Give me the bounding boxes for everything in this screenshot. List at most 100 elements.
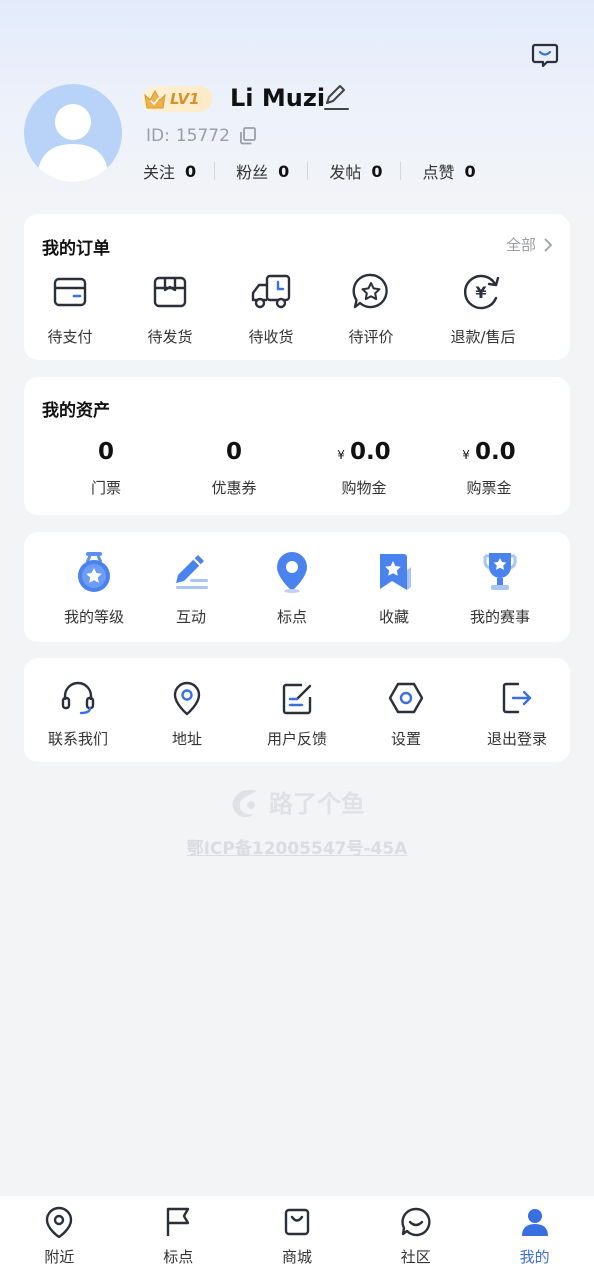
tools-card: 联系我们 地址 用户反馈 设置 退出登录	[24, 658, 570, 762]
feature-label: 我的等级	[63, 608, 124, 626]
feature-interaction[interactable]: 互动	[166, 550, 216, 627]
order-pending-shipment[interactable]: 待发货	[145, 270, 195, 347]
profile-stats: 关注 0 粉丝 0 发帖 0 点赞 0	[140, 160, 479, 183]
asset-ticket-credit[interactable]: ¥ 0.0 购票金	[449, 439, 529, 498]
divider	[214, 162, 216, 180]
order-label: 待评价	[348, 328, 394, 346]
asset-label: 门票	[90, 479, 121, 497]
stat-value: 0	[464, 161, 476, 181]
copy-icon[interactable]	[238, 126, 258, 146]
currency-symbol: ¥	[337, 448, 345, 462]
stat-label: 点赞	[422, 163, 455, 182]
stat-posts[interactable]: 发帖 0	[326, 160, 385, 183]
asset-amount: 0.0	[349, 439, 391, 465]
asset-value: ¥ 0.0	[462, 439, 515, 465]
edit-profile-button[interactable]	[322, 82, 350, 112]
tool-settings[interactable]: 设置	[381, 678, 431, 749]
asset-shopping-credit[interactable]: ¥ 0.0 购物金	[324, 439, 404, 498]
stat-value: 0	[371, 161, 383, 181]
tool-address[interactable]: 地址	[162, 678, 212, 749]
user-id: ID: 15772	[146, 126, 258, 146]
asset-amount: 0.0	[474, 439, 516, 465]
feature-label: 互动	[175, 608, 206, 626]
shopping-bag-icon	[281, 1206, 313, 1238]
asset-value: ¥ 0.0	[337, 439, 390, 465]
asset-label: 优惠券	[211, 479, 257, 497]
tool-logout[interactable]: 退出登录	[482, 678, 552, 749]
svg-text:¥: ¥	[475, 283, 486, 302]
feature-label: 收藏	[378, 608, 409, 626]
stat-followers[interactable]: 粉丝 0	[233, 160, 292, 183]
avatar[interactable]	[24, 84, 122, 182]
username: Li Muzi	[230, 84, 326, 112]
stat-label: 粉丝	[236, 163, 269, 182]
order-label: 待收货	[248, 328, 294, 346]
assets-card: 我的资产 0 门票 0 优惠券 ¥ 0.0 购物金 ¥ 0.0 购票金	[24, 377, 570, 515]
tool-label: 用户反馈	[266, 730, 327, 748]
stat-label: 关注	[143, 163, 176, 182]
tab-mall[interactable]: 商城	[238, 1196, 357, 1280]
flag-icon	[162, 1206, 194, 1238]
wallet-icon	[48, 270, 92, 314]
refund-icon: ¥	[461, 270, 505, 314]
icp-link[interactable]: 鄂ICP备12005547号-45A	[0, 834, 594, 859]
tool-label: 设置	[390, 730, 421, 748]
user-icon	[519, 1206, 551, 1238]
location-pin-icon	[43, 1206, 75, 1238]
all-orders-link[interactable]: 全部	[506, 234, 556, 255]
asset-value: 0	[225, 439, 242, 465]
assets-title: 我的资产	[42, 401, 110, 421]
feature-label: 我的赛事	[469, 608, 530, 626]
order-refund[interactable]: ¥ 退款/售后	[448, 270, 518, 347]
tab-label: 附近	[44, 1248, 75, 1266]
tab-label: 社区	[400, 1248, 431, 1266]
stat-following[interactable]: 关注 0	[140, 160, 199, 183]
tool-feedback[interactable]: 用户反馈	[263, 678, 331, 749]
tab-me[interactable]: 我的	[475, 1196, 594, 1280]
asset-tickets[interactable]: 0 门票	[76, 439, 136, 498]
tab-community[interactable]: 社区	[356, 1196, 475, 1280]
edit-icon	[324, 85, 349, 110]
asset-label: 购物金	[341, 479, 387, 497]
level-text: LV1	[170, 90, 200, 108]
chat-bubble-icon	[400, 1206, 432, 1238]
order-pending-payment[interactable]: 待支付	[45, 270, 95, 347]
feature-favorites[interactable]: 收藏	[369, 550, 419, 627]
features-card: 我的等级 互动 标点 收藏 我的赛事	[24, 532, 570, 642]
message-button[interactable]	[528, 38, 562, 72]
user-id-label: ID:	[146, 126, 170, 146]
feature-markers[interactable]: 标点	[267, 550, 317, 627]
tab-label: 商城	[281, 1248, 312, 1266]
tab-nearby[interactable]: 附近	[0, 1196, 119, 1280]
box-icon	[148, 270, 192, 314]
orders-title: 我的订单	[42, 239, 110, 259]
logout-icon	[495, 678, 539, 718]
order-label: 退款/售后	[450, 328, 516, 346]
feature-my-events[interactable]: 我的赛事	[466, 550, 534, 627]
tab-label: 我的	[519, 1248, 550, 1266]
divider	[400, 162, 402, 180]
headset-icon	[56, 678, 100, 718]
order-pending-review[interactable]: 待评价	[346, 270, 396, 347]
stat-label: 发帖	[329, 163, 362, 182]
brand-name: 路了个鱼	[269, 790, 365, 818]
divider	[307, 162, 309, 180]
order-pending-receipt[interactable]: 待收货	[246, 270, 296, 347]
asset-coupons[interactable]: 0 优惠券	[199, 439, 269, 498]
stat-likes[interactable]: 点赞 0	[419, 160, 478, 183]
orders-card: 我的订单 全部 待支付 待发货 待收货 待评价 ¥ 退款/售后	[24, 214, 570, 360]
fish-logo-icon	[232, 789, 257, 817]
map-pin-icon	[270, 550, 314, 594]
tool-contact-us[interactable]: 联系我们	[44, 678, 112, 749]
asset-label: 购票金	[466, 479, 512, 497]
crown-icon	[142, 86, 168, 112]
default-avatar-icon	[37, 104, 109, 182]
medal-icon	[72, 550, 116, 594]
chevron-right-icon	[544, 237, 553, 252]
tab-markers[interactable]: 标点	[119, 1196, 238, 1280]
feature-my-level[interactable]: 我的等级	[60, 550, 128, 627]
tool-label: 联系我们	[47, 730, 108, 748]
user-id-value: 15772	[175, 126, 230, 146]
stat-value: 0	[185, 161, 197, 181]
location-icon	[165, 678, 209, 718]
